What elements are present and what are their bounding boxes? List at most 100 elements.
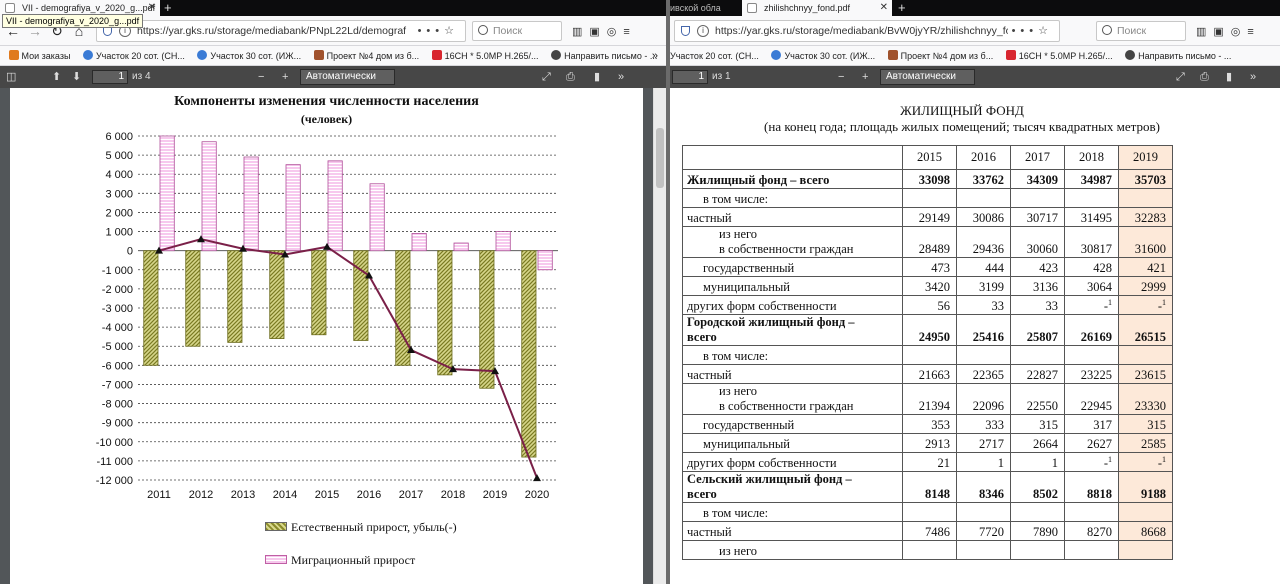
bookmark-item[interactable]: Направить письмо - ... [1125, 46, 1231, 65]
bookmark-item[interactable]: 16CH * 5.0MP H.265/... [431, 46, 539, 65]
print-icon[interactable]: ⎙ [566, 66, 575, 88]
legend-swatch-migration [265, 555, 287, 564]
scrollbar-thumb[interactable] [656, 128, 664, 188]
new-tab-icon[interactable]: + [898, 0, 906, 15]
zoom-out-icon[interactable]: − [258, 66, 264, 88]
tools-menu-icon[interactable]: » [618, 66, 624, 88]
bookmarks-toolbar: Мои заказы Участок 20 сот. (СН... Участо… [0, 46, 666, 66]
page-actions-icons[interactable]: •••☆ [1007, 21, 1053, 41]
bookmark-item[interactable]: Проект №4 дом из б... [887, 46, 993, 65]
table-row: частный 21663 22365 22827 23225 23615 [682, 364, 1173, 384]
zoom-out-icon[interactable]: − [838, 66, 844, 88]
table-cell [956, 345, 1011, 365]
table-cell: 1 [1010, 452, 1065, 472]
bookmark-item[interactable]: Участок 30 сот. (ИЖ... [771, 46, 875, 65]
table-cell: -1 [1064, 452, 1119, 472]
page-total: из 1 [712, 71, 731, 82]
page-number-input[interactable]: 1 [92, 70, 128, 84]
table-cell: 8668 [1118, 521, 1173, 541]
next-page-icon[interactable]: ⬇ [72, 66, 81, 88]
bookmark-icon [82, 50, 93, 60]
row-label: частный [682, 364, 903, 384]
x-tick-label: 2011 [147, 489, 171, 501]
table-row: в том числе: [682, 502, 1173, 522]
url-text: https://yar.gks.ru/storage/mediabank/BvW… [715, 25, 1041, 37]
table-cell [956, 188, 1011, 208]
table-cell: 30060 [1010, 226, 1065, 258]
zoom-in-icon[interactable]: + [862, 66, 868, 88]
y-tick-label: 4 000 [105, 169, 133, 181]
header-year: 2018 [1064, 145, 1119, 170]
table-cell: 31600 [1118, 226, 1173, 258]
bookmarks-overflow-icon[interactable]: » [652, 46, 658, 65]
close-tab-icon[interactable]: ✕ [148, 0, 156, 16]
address-bar[interactable]: i https://yar.gks.ru/storage/mediabank/B… [674, 20, 1060, 42]
table-row: частный 7486 7720 7890 8270 8668 [682, 521, 1173, 541]
zoom-in-icon[interactable]: + [282, 66, 288, 88]
sidebar-toggle-icon[interactable]: ◫ [6, 66, 16, 88]
address-bar[interactable]: i https://yar.gks.ru/storage/mediabank/P… [96, 20, 466, 42]
search-box[interactable]: Поиск [472, 21, 562, 41]
bookmark-item[interactable]: Мои заказы [8, 46, 70, 65]
row-label: в том числе: [682, 345, 903, 365]
table-cell: 29436 [956, 226, 1011, 258]
tab-tooltip: VII - demografiya_v_2020_g...pdf [2, 14, 144, 28]
x-tick-label: 2013 [231, 489, 255, 501]
tab-zhilishchnyy-fond[interactable]: zhilishchnyy_fond.pdf ✕ [742, 0, 892, 16]
table-row: из него в собственности граждан 28489 29436… [682, 226, 1173, 258]
bookmark-item[interactable]: Участок 20 сот. (СН... [670, 46, 759, 65]
close-tab-icon[interactable]: ✕ [880, 0, 888, 16]
page-actions-icons[interactable]: •••☆ [418, 21, 459, 41]
table-cell [1010, 540, 1065, 560]
tab-previous[interactable]: ивской обла [670, 0, 740, 16]
y-tick-label: -8 000 [102, 399, 133, 411]
table-cell: 30817 [1064, 226, 1119, 258]
house-icon [313, 50, 324, 60]
table-header-row: 2015 2016 2017 2018 2019 [682, 145, 1173, 170]
x-tick-label: 2017 [399, 489, 423, 501]
table-title: ЖИЛИЩНЫЙ ФОНД [900, 103, 1024, 118]
page-number-input[interactable]: 1 [672, 70, 708, 84]
presentation-mode-icon[interactable]: ⤢ [1176, 66, 1185, 88]
bookmark-item[interactable]: Проект №4 дом из б... [313, 46, 419, 65]
print-icon[interactable]: ⎙ [1200, 66, 1209, 88]
toolbar-icons[interactable]: ▥▣◎≡ [572, 25, 637, 38]
bar-natural-increase [227, 250, 243, 343]
bookmark-item[interactable]: Участок 30 сот. (ИЖ... [197, 46, 301, 65]
table-cell: 421 [1118, 257, 1173, 277]
pdf-page: Компоненты изменения численности населен… [10, 88, 643, 584]
table-cell: 28489 [902, 226, 957, 258]
pdf-toolbar: ◫ ⬆ ⬇ 1 из 4 − + Автоматически ⤢ ⎙ ▮ » [0, 66, 666, 88]
table-cell: 21 [902, 452, 957, 472]
table-row: из него [682, 540, 1173, 560]
zoom-select[interactable]: Автоматически [880, 69, 975, 85]
table-cell [1118, 502, 1173, 522]
new-tab-icon[interactable]: + [164, 0, 172, 15]
bookmark-icon[interactable]: ▮ [1226, 66, 1232, 88]
vertical-scrollbar[interactable] [653, 88, 666, 584]
table-cell: 444 [956, 257, 1011, 277]
bookmark-item[interactable]: 16CH * 5.0MP H.265/... [1005, 46, 1113, 65]
tracking-shield-icon[interactable] [681, 26, 690, 36]
presentation-mode-icon[interactable]: ⤢ [542, 66, 551, 88]
previous-page-icon[interactable]: ⬆ [52, 66, 61, 88]
bar-natural-increase [479, 250, 495, 389]
table-row: муниципальный 3420 3199 3136 3064 2999 [682, 276, 1173, 296]
search-box[interactable]: Поиск [1096, 21, 1186, 41]
bookmark-icon[interactable]: ▮ [594, 66, 600, 88]
site-info-icon[interactable]: i [697, 25, 709, 37]
y-tick-label: 5 000 [105, 150, 133, 162]
table-cell: 22827 [1010, 364, 1065, 384]
pdf-viewer: Компоненты изменения численности населен… [0, 88, 666, 584]
table-cell: 26169 [1064, 314, 1119, 346]
pdf-favicon-icon [747, 3, 757, 13]
table-cell: 22550 [1010, 383, 1065, 415]
tools-menu-icon[interactable]: » [1250, 66, 1256, 88]
toolbar-icons[interactable]: ▥▣◎≡ [1196, 25, 1261, 38]
bookmark-item[interactable]: Участок 20 сот. (СН... [82, 46, 185, 65]
table-cell: 7720 [956, 521, 1011, 541]
table-cell [902, 188, 957, 208]
bookmark-item[interactable]: Направить письмо - ... [551, 46, 657, 65]
legend-swatch-natural [265, 522, 287, 531]
zoom-select[interactable]: Автоматически [300, 69, 395, 85]
